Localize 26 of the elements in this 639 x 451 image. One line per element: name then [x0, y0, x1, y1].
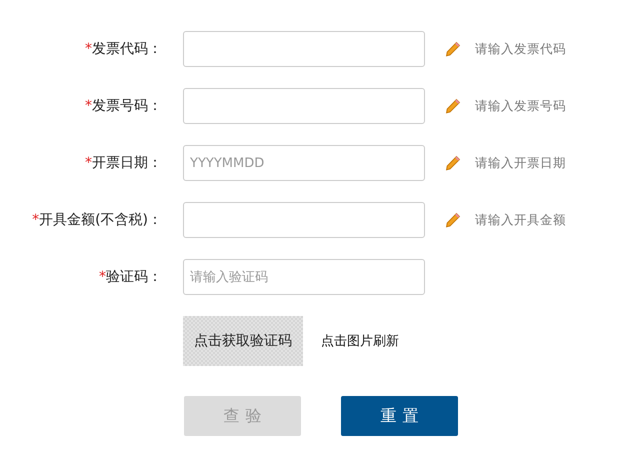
input-field[interactable]: YYYYMMDD [183, 145, 425, 181]
required-asterisk: * [85, 98, 92, 114]
pencil-icon [445, 41, 461, 57]
field-hint: 请输入发票号码 [475, 98, 566, 114]
required-asterisk: * [85, 155, 92, 171]
captcha-image[interactable]: 点击获取验证码 [183, 316, 303, 366]
pencil-icon [445, 155, 461, 171]
pencil-icon [445, 212, 461, 228]
pencil-icon [445, 98, 461, 114]
required-asterisk: * [32, 212, 40, 228]
field-hint: 请输入发票代码 [475, 40, 566, 58]
field-label: 发票号码： [92, 98, 162, 114]
required-asterisk: * [99, 269, 106, 285]
input-field[interactable]: 请输入验证码 [183, 259, 425, 295]
input-field[interactable] [183, 31, 425, 67]
field-label: 发票代码： [92, 41, 162, 57]
field-label: 开具金额(不含税)： [39, 212, 162, 228]
required-asterisk: * [85, 41, 92, 57]
input-field[interactable] [183, 202, 425, 238]
field-label: 验证码： [106, 269, 162, 285]
field-hint: 请输入开票日期 [475, 154, 566, 172]
refresh-hint: 点击图片刷新 [321, 333, 399, 350]
input-field[interactable] [183, 88, 425, 124]
field-hint: 请输入开具金额 [475, 212, 566, 228]
field-label: 开票日期： [92, 155, 162, 171]
reset-button[interactable]: 重置 [341, 396, 458, 436]
